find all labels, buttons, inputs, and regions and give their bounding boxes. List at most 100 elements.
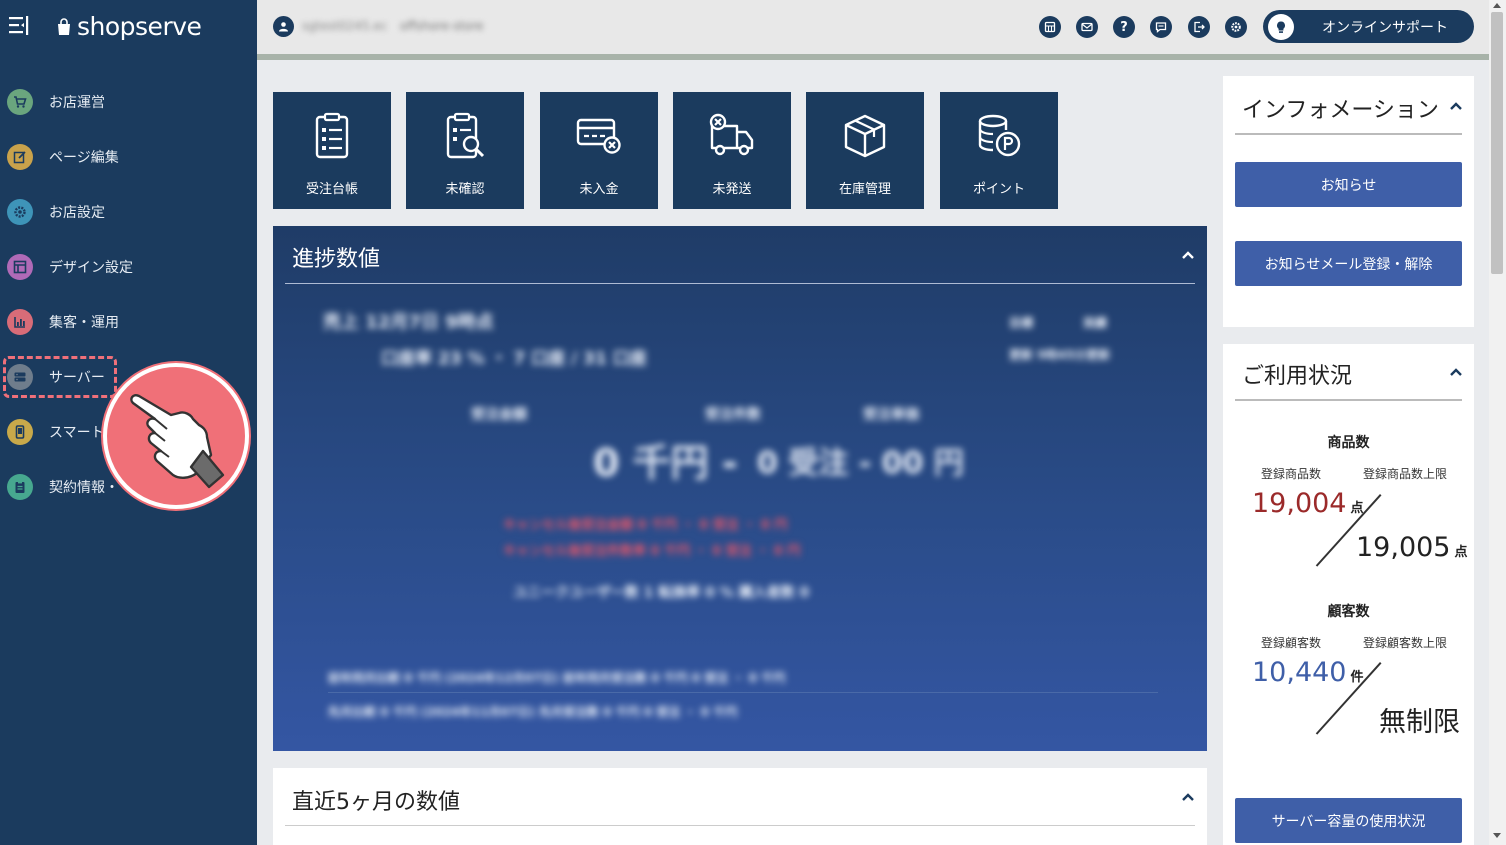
collapse-chevron-icon[interactable] <box>1450 368 1462 376</box>
user-name: sgtest0245.ec <box>302 19 388 33</box>
logout-icon[interactable] <box>1188 16 1210 38</box>
product-count-heading: 商品数 <box>1327 435 1370 451</box>
news-mail-subscribe-button[interactable]: お知らせメール登録・解除 <box>1235 241 1462 286</box>
tile-label: ポイント <box>972 182 1025 197</box>
sidebar-item-label: スマート <box>49 425 105 441</box>
blurred-value-amount: 0 千円 - <box>593 441 738 485</box>
blurred-updated: 更新 9時45分更新 <box>1009 348 1111 362</box>
tile-unconfirmed[interactable]: 未確認 <box>406 92 524 209</box>
collapse-chevron-icon[interactable] <box>1182 251 1194 259</box>
information-title: インフォメーション <box>1242 98 1439 123</box>
product-limit-label: 登録商品数上限 <box>1363 467 1448 481</box>
edit-icon <box>7 144 33 170</box>
box-icon <box>844 114 886 158</box>
sidebar-item-label: 契約情報・ <box>49 480 119 496</box>
product-limit-value: 19,005 点 <box>1356 532 1468 563</box>
collapse-chevron-icon[interactable] <box>1182 793 1194 801</box>
blurred-header-unit-price: 受注単価 <box>863 407 919 423</box>
blurred-header-count: 受注件数 <box>705 407 761 423</box>
clipboard-icon <box>7 474 33 500</box>
sidebar-item-label: 集客・運用 <box>49 315 119 331</box>
blurred-cancel-rate: キャンセル後受注件数率 0 千円 ・ 0 受注 ・ 0 円 <box>503 544 801 559</box>
menu-toggle-icon[interactable] <box>9 15 31 37</box>
brand-name: shopserve <box>77 12 202 41</box>
tile-points[interactable]: ポイント <box>940 92 1058 209</box>
blurred-ratio: 口座率 23 % ・ 7 口座 / 31 口座 <box>381 349 647 369</box>
tile-label: 未入金 <box>579 182 619 197</box>
logo-row: shopserve <box>0 0 257 56</box>
tile-order-ledger[interactable]: 受注台帳 <box>273 92 391 209</box>
product-count-number: 19,004 <box>1252 488 1347 519</box>
sidebar-item-label: デザイン設定 <box>49 260 133 276</box>
tile-label: 受注台帳 <box>305 182 358 197</box>
store-icon[interactable] <box>1039 16 1061 38</box>
tile-label: 未発送 <box>712 182 752 197</box>
layout-icon <box>7 254 33 280</box>
truck-cancel-icon <box>709 113 754 156</box>
pointing-hand-annotation <box>103 363 249 509</box>
tile-unshipped[interactable]: 未発送 <box>673 92 791 209</box>
progress-title: 進捗数値 <box>292 247 381 272</box>
product-count-value: 19,004 点 <box>1252 488 1364 519</box>
blurred-cancel-amount: キャンセル後受注金額 0 千円 ・ 0 受注 ・ 0 円 <box>503 518 788 533</box>
server-capacity-button[interactable]: サーバー容量の使用状況 <box>1235 798 1462 843</box>
customer-count-number: 10,440 <box>1252 657 1347 688</box>
blurred-value-count: 0 受注 - 00 円 <box>757 446 964 481</box>
header-divider <box>257 54 1489 60</box>
chat-icon[interactable] <box>1150 16 1172 38</box>
sidebar-item-store-operation[interactable]: お店運営 <box>0 80 257 124</box>
scroll-up-arrow-icon[interactable] <box>1493 3 1501 8</box>
panel-divider <box>1235 399 1462 401</box>
scroll-down-arrow-icon[interactable] <box>1493 833 1501 838</box>
sidebar-item-store-settings[interactable]: お店設定 <box>0 190 257 234</box>
card-cancel-icon <box>576 118 621 154</box>
phone-icon <box>7 419 33 445</box>
tile-inventory[interactable]: 在庫管理 <box>806 92 924 209</box>
sidebar-item-design-settings[interactable]: デザイン設定 <box>0 245 257 289</box>
recent-5-months-panel: 直近5ヶ月の数値 <box>273 768 1207 845</box>
online-support-label: オンラインサポート <box>1322 19 1448 36</box>
customer-limit-label: 登録顧客数上限 <box>1363 636 1448 650</box>
usage-title: ご利用状況 <box>1242 364 1353 389</box>
customer-count-value: 10,440 件 <box>1252 657 1364 688</box>
help-icon[interactable]: ? <box>1113 16 1135 38</box>
information-panel: インフォメーション お知らせ お知らせメール登録・解除 <box>1223 76 1474 327</box>
server-highlight-frame <box>3 356 117 398</box>
tile-label: 未確認 <box>445 182 485 197</box>
scroll-thumb[interactable] <box>1491 12 1503 274</box>
tile-unpaid[interactable]: 未入金 <box>540 92 658 209</box>
shopping-bag-icon <box>58 17 70 35</box>
product-limit-unit: 点 <box>1454 545 1468 560</box>
blurred-legend-actual: 実績 <box>1083 316 1108 330</box>
customer-count-heading: 顧客数 <box>1327 604 1370 620</box>
bar-chart-icon <box>7 309 33 335</box>
collapse-chevron-icon[interactable] <box>1450 102 1462 110</box>
panel-divider <box>285 825 1195 826</box>
progress-panel: 進捗数値 売上 12月7日 9時点 口座率 23 % ・ 7 口座 / 31 口… <box>273 226 1207 751</box>
panel-divider <box>1235 133 1462 135</box>
shopserve-logo[interactable]: shopserve <box>56 12 202 41</box>
news-button[interactable]: お知らせ <box>1235 162 1462 207</box>
sidebar-item-label: お店運営 <box>49 95 105 111</box>
blurred-legend-target: 目標 <box>1009 316 1034 330</box>
sidebar-item-page-edit[interactable]: ページ編集 <box>0 135 257 179</box>
sidebar-item-label: お店設定 <box>49 205 105 221</box>
clipboard-search-icon <box>446 112 485 159</box>
cart-icon <box>7 89 33 115</box>
blurred-unique-users: ユニークユーザー数 1 転換率 0 % 購入者数 0 <box>513 585 810 601</box>
online-support-button[interactable]: オンラインサポート <box>1263 10 1474 43</box>
settings-icon[interactable] <box>1225 16 1247 38</box>
page-scrollbar[interactable] <box>1489 0 1506 845</box>
sidebar-item-marketing[interactable]: 集客・運用 <box>0 300 257 344</box>
clipboard-list-icon <box>315 112 349 159</box>
user-icon[interactable] <box>273 16 294 37</box>
coins-point-icon <box>978 114 1021 157</box>
product-limit-number: 19,005 <box>1356 532 1451 563</box>
mail-icon[interactable] <box>1076 16 1098 38</box>
tile-label: 在庫管理 <box>838 182 891 197</box>
customer-limit-value: 無制限 <box>1379 707 1460 738</box>
customer-count-label: 登録顧客数 <box>1261 636 1322 650</box>
blurred-mom-row: 先月比較 0 千円 (2024年11月07日) 先月受注数 0 千円 0 受注 … <box>328 705 738 719</box>
recent-title: 直近5ヶ月の数値 <box>292 790 460 815</box>
shop-name: offshore-store <box>400 19 484 33</box>
